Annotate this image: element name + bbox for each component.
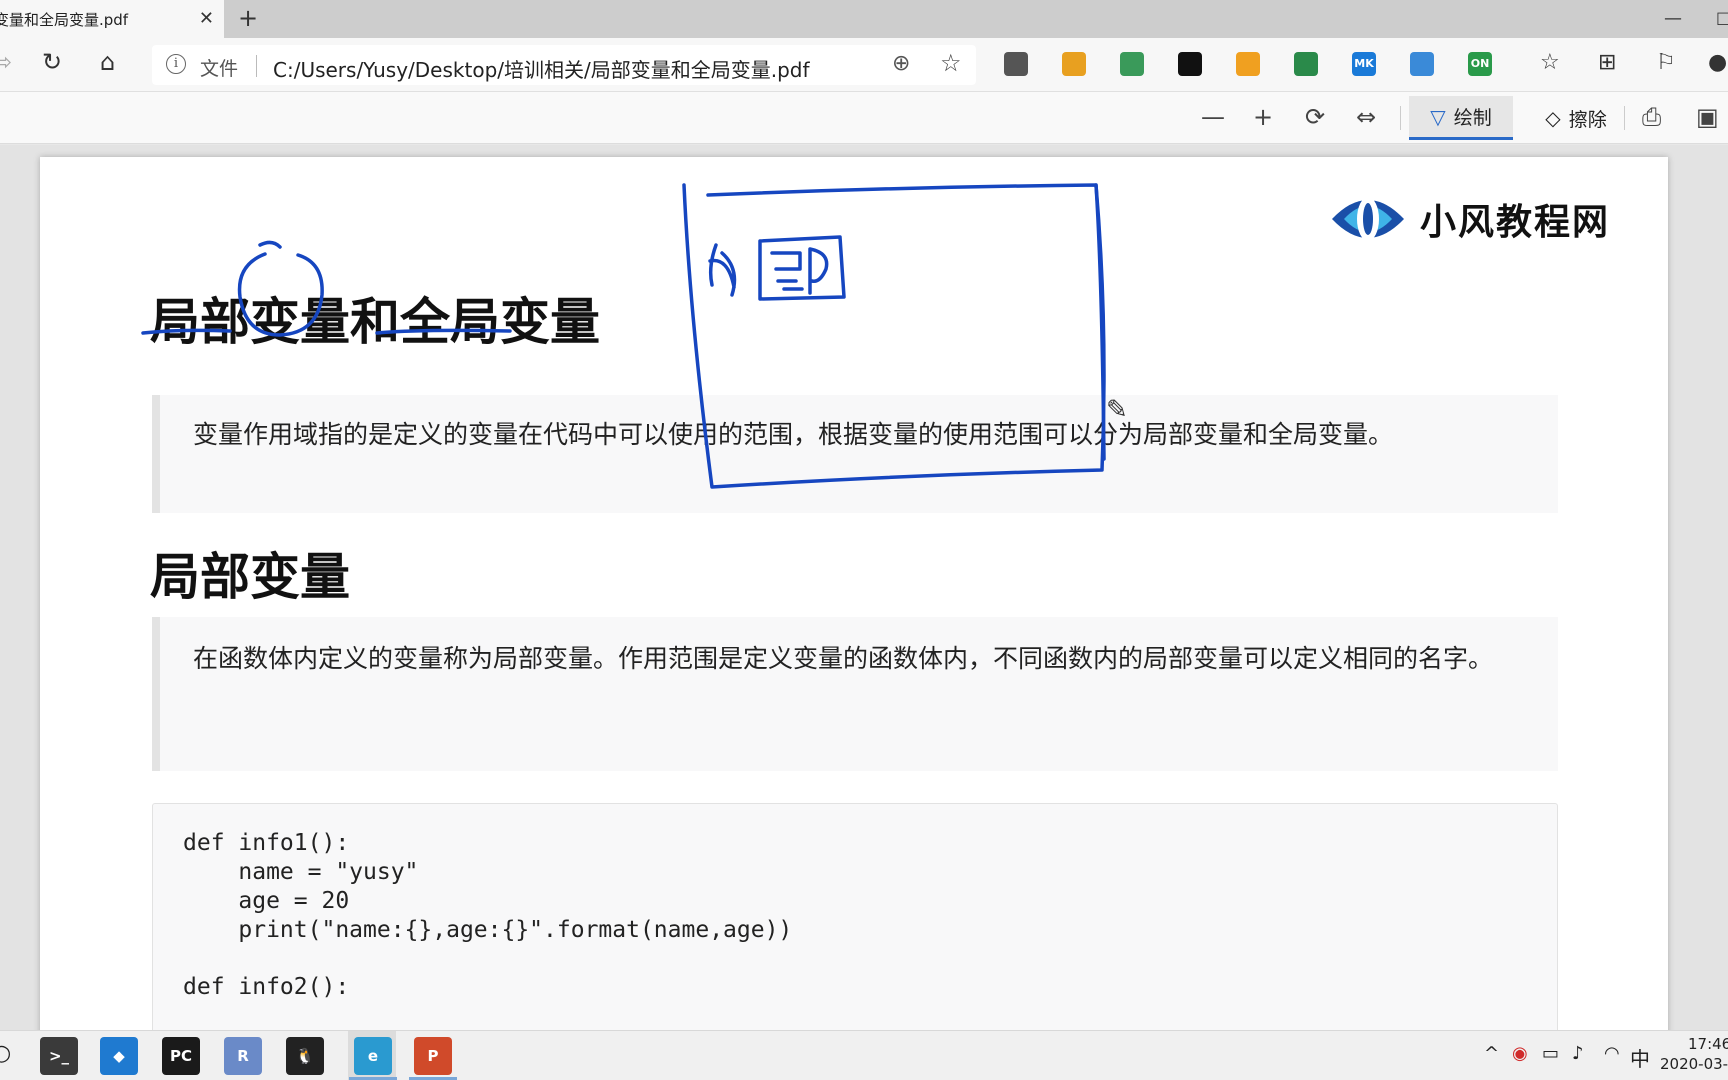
erase-button[interactable]: ◇ 擦除 [1528,96,1624,140]
local-var-blockquote: 在函数体内定义的变量称为局部变量。作用范围是定义变量的函数体内，不同函数内的局部… [152,617,1558,771]
microscope-icon[interactable] [1062,52,1086,76]
erase-label: 擦除 [1568,108,1607,131]
section-heading: 局部变量 [150,548,350,606]
clock-time: 17:46 [1688,1035,1728,1053]
draw-button[interactable]: ▽ 绘制 [1409,96,1513,140]
eraser-icon: ◇ [1545,106,1561,130]
record-icon[interactable]: ◉ [1512,1043,1528,1064]
tab-bar: 变量和全局变量.pdf ✕ + — □ [0,0,1728,38]
tab-active[interactable]: 变量和全局变量.pdf ✕ [0,0,224,38]
taskbar-app-vscode[interactable]: ◆ [100,1037,138,1075]
close-tab-icon[interactable]: ✕ [199,8,214,29]
profile-avatar[interactable]: ● [1708,50,1727,75]
save-icon[interactable]: ▣ [1696,103,1719,131]
toolbar-divider [1624,106,1625,130]
rotate-icon[interactable]: ⟳ [1305,103,1325,131]
intro-blockquote: 变量作用域指的是定义的变量在代码中可以使用的范围，根据变量的使用范围可以分为局部… [152,395,1558,513]
system-clock[interactable]: 17:46 2020-03- [1660,1034,1728,1074]
orange-icon[interactable] [1236,52,1260,76]
pdf-viewer[interactable]: 小风教程网 局部变量和全局变量 变量作用域指的是定义的变量在代码中可以使用的范围… [0,145,1728,1030]
forward-icon[interactable]: ⇨ [0,48,12,76]
local-var-paragraph: 在函数体内定义的变量称为局部变量。作用范围是定义变量的函数体内，不同函数内的局部… [193,644,1494,673]
code-line: print("name:{},age:{}".format(name,age)) [183,917,793,943]
taskbar-app-qq[interactable]: 🐧 [286,1037,324,1075]
ink-circle-tick [258,240,282,249]
intro-paragraph: 变量作用域指的是定义的变量在代码中可以使用的范围，根据变量的使用范围可以分为局部… [193,420,1394,449]
pencil-cursor-icon: ✎ [1106,395,1128,425]
url-text[interactable]: C:/Users/Yusy/Desktop/培训相关/局部变量和全局变量.pdf [273,54,810,83]
address-bar[interactable]: i 文件 C:/Users/Yusy/Desktop/培训相关/局部变量和全局变… [152,45,976,85]
refresh-icon[interactable]: ↻ [42,48,62,76]
zoom-in-button[interactable]: + [1253,103,1273,131]
magnifier-icon[interactable] [1120,52,1144,76]
code-line: name = "yusy" [183,859,419,885]
collections-icon[interactable]: ⊞ [1598,50,1616,75]
tab-title: 变量和全局变量.pdf [0,10,129,29]
new-tab-button[interactable]: + [238,4,258,32]
print-icon[interactable]: ⎙ [1642,103,1661,131]
mk-icon[interactable]: MK [1352,52,1376,76]
lock-icon[interactable] [1178,52,1202,76]
draw-label: 绘制 [1453,107,1492,129]
zoom-out-button[interactable]: — [1201,103,1225,131]
code-line: def info1(): [183,830,350,856]
taskbar-app-r-app[interactable]: R [224,1037,262,1075]
bookmark-icon[interactable] [1294,52,1318,76]
on-icon[interactable]: ON [1468,52,1492,76]
fit-width-icon[interactable]: ⇔ [1356,103,1376,131]
eye-logo-icon [1332,197,1404,241]
address-separator [256,55,257,77]
ime-indicator[interactable]: 中 [1630,1043,1650,1072]
info-icon[interactable]: i [166,54,186,74]
navigation-bar: ⇨ ↻ ⌂ i 文件 C:/Users/Yusy/Desktop/培训相关/局部… [0,38,1728,92]
taskbar-app-edge-beta[interactable]: e [354,1037,392,1075]
taskbar: ○ >_ ◆ PC R 🐧 e P ^ ◉ ▭ ♪ ◠ 中 17:46 2020-03- [0,1030,1728,1080]
toolbar-divider [1400,106,1401,130]
home-icon[interactable]: ⌂ [100,48,115,76]
pdf-toolbar: — + ⟳ ⇔ ▽ 绘制 ◇ 擦除 ⎙ ▣ [0,92,1728,144]
code-line: def info2(): [183,974,350,1000]
taskbar-app-terminal[interactable]: >_ [40,1037,78,1075]
battery-icon[interactable]: ▭ [1542,1043,1559,1064]
favorites-icon[interactable]: ☆ [1540,50,1560,75]
ink-handwriting-box [758,235,846,301]
shield-icon[interactable] [1410,52,1434,76]
ink-handwriting [770,247,829,295]
extension-icon[interactable] [1004,52,1028,76]
code-line: age = 20 [183,888,350,914]
search-icon[interactable]: ○ [0,1041,11,1066]
wifi-icon[interactable]: ◠ [1604,1043,1620,1064]
taskbar-app-powerpoint[interactable]: P [414,1037,452,1075]
code-block: def info1(): name = "yusy" age = 20 prin… [152,803,1558,1030]
favorite-star-icon[interactable]: ☆ [940,49,962,77]
logo-text: 小风教程网 [1420,202,1611,243]
taskbar-app-pycharm[interactable]: PC [162,1037,200,1075]
zoom-icon[interactable]: ⊕ [892,51,910,76]
minimize-window-button[interactable]: — [1664,8,1682,29]
pdf-page: 小风教程网 局部变量和全局变量 变量作用域指的是定义的变量在代码中可以使用的范围… [40,157,1668,1030]
site-logo: 小风教程网 [1330,187,1610,251]
maximize-window-button[interactable]: □ [1716,8,1728,27]
page-heading: 局部变量和全局变量 [150,293,600,351]
clock-date: 2020-03- [1660,1055,1728,1073]
ink-handwriting [708,243,737,297]
file-scheme-label: 文件 [200,58,239,80]
feedback-icon[interactable]: ⚐ [1656,50,1676,75]
tray-overflow-icon[interactable]: ^ [1484,1043,1499,1064]
volume-icon[interactable]: ♪ [1572,1043,1584,1064]
draw-pen-icon: ▽ [1430,104,1446,129]
